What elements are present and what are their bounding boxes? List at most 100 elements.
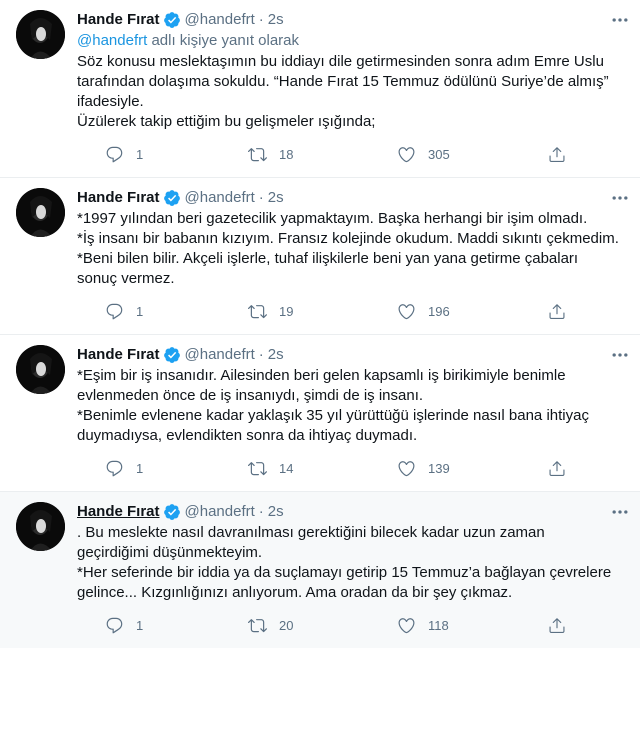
share-upload-icon (549, 617, 565, 633)
author-name[interactable]: Hande Fırat (77, 10, 160, 30)
reply-button[interactable]: 1 (105, 616, 248, 635)
tweet-content: Hande Fırat @handefrt · 2s . Bu meslekte… (77, 502, 624, 648)
tweet-text: *Eşim bir iş insanıdır. Ailesinden beri … (77, 367, 589, 444)
tweet-header: Hande Fırat @handefrt · 2s (77, 345, 620, 365)
share-upload-icon (549, 303, 565, 319)
more-dots-icon[interactable] (610, 10, 630, 30)
author-handle[interactable]: @handefrt (185, 345, 255, 365)
tweet-thread: Hande Fırat @handefrt · 2s @handefrt adl… (0, 0, 640, 648)
reply-count: 1 (136, 460, 144, 476)
like-count: 139 (428, 460, 450, 476)
reply-count: 1 (136, 146, 144, 162)
reply-context-label: adlı kişiye yanıt olarak (147, 32, 300, 49)
avatar-column (16, 502, 65, 648)
tweet-timestamp[interactable]: 2s (268, 10, 284, 30)
reply-count: 1 (136, 303, 144, 319)
tweet-content: Hande Fırat @handefrt · 2s @handefrt adl… (77, 10, 624, 177)
like-button[interactable]: 139 (397, 459, 548, 478)
author-handle[interactable]: @handefrt (185, 502, 255, 522)
avatar[interactable] (16, 10, 65, 59)
tweet-content: Hande Fırat @handefrt · 2s *Eşim bir iş … (77, 345, 624, 491)
reply-context: @handefrt adlı kişiye yanıt olarak (77, 31, 620, 51)
more-dots-icon[interactable] (610, 345, 630, 365)
reply-bubble-icon (106, 460, 123, 476)
more-dots-icon[interactable] (610, 188, 630, 208)
separator-dot: · (258, 503, 264, 520)
avatar[interactable] (16, 345, 65, 394)
tweet[interactable]: Hande Fırat @handefrt · 2s . Bu meslekte… (0, 492, 640, 648)
tweet-timestamp[interactable]: 2s (268, 188, 284, 208)
reply-mention-link[interactable]: @handefrt (77, 32, 147, 49)
reply-button[interactable]: 1 (105, 145, 248, 164)
like-button[interactable]: 196 (397, 302, 548, 321)
tweet-content: Hande Fırat @handefrt · 2s *1997 yılında… (77, 188, 624, 334)
retweet-count: 19 (279, 303, 294, 319)
tweet-actions: 1 14 139 (77, 458, 620, 478)
heart-icon (398, 303, 415, 319)
author-name[interactable]: Hande Fırat (77, 502, 160, 522)
tweet-timestamp[interactable]: 2s (268, 502, 284, 522)
reply-button[interactable]: 1 (105, 302, 248, 321)
share-upload-icon (549, 460, 565, 476)
verified-badge-icon (163, 190, 180, 206)
retweet-button[interactable]: 18 (248, 145, 397, 164)
tweet-text: Söz konusu meslektaşımın bu iddiayı dile… (77, 53, 609, 130)
author-name[interactable]: Hande Fırat (77, 345, 160, 365)
separator-dot: · (258, 11, 264, 28)
like-count: 305 (428, 146, 450, 162)
avatar[interactable] (16, 502, 65, 551)
reply-button[interactable]: 1 (105, 459, 248, 478)
avatar-column (16, 188, 65, 334)
tweet-actions: 1 18 305 (77, 144, 620, 164)
share-upload-icon (549, 146, 565, 162)
avatar-column (16, 345, 65, 491)
reply-count: 1 (136, 617, 144, 633)
avatar[interactable] (16, 188, 65, 237)
like-button[interactable]: 305 (397, 145, 548, 164)
retweet-arrows-icon (248, 304, 267, 318)
tweet[interactable]: Hande Fırat @handefrt · 2s *1997 yılında… (0, 178, 640, 335)
author-name[interactable]: Hande Fırat (77, 188, 160, 208)
retweet-arrows-icon (248, 147, 267, 161)
retweet-count: 18 (279, 146, 294, 162)
share-button[interactable] (548, 145, 578, 164)
heart-icon (398, 460, 415, 476)
retweet-arrows-icon (248, 618, 267, 632)
retweet-arrows-icon (248, 461, 267, 475)
verified-badge-icon (163, 12, 180, 28)
share-button[interactable] (548, 302, 578, 321)
tweet-header: Hande Fırat @handefrt · 2s (77, 188, 620, 208)
heart-icon (398, 617, 415, 633)
tweet-header: Hande Fırat @handefrt · 2s (77, 10, 620, 30)
retweet-count: 14 (279, 460, 294, 476)
avatar-column (16, 10, 65, 177)
verified-badge-icon (163, 347, 180, 363)
retweet-button[interactable]: 14 (248, 459, 397, 478)
reply-bubble-icon (106, 146, 123, 162)
heart-icon (398, 146, 415, 162)
like-count: 196 (428, 303, 450, 319)
retweet-button[interactable]: 19 (248, 302, 397, 321)
share-button[interactable] (548, 459, 578, 478)
like-count: 118 (428, 617, 449, 633)
tweet-text: . Bu meslekte nasıl davranılması gerekti… (77, 524, 612, 601)
tweet-header: Hande Fırat @handefrt · 2s (77, 502, 620, 522)
separator-dot: · (258, 346, 264, 363)
separator-dot: · (258, 189, 264, 206)
share-button[interactable] (548, 616, 578, 635)
tweet-timestamp[interactable]: 2s (268, 345, 284, 365)
tweet-actions: 1 19 196 (77, 301, 620, 321)
reply-bubble-icon (106, 617, 123, 633)
tweet-text: *1997 yılından beri gazetecilik yapmakta… (77, 210, 619, 287)
tweet-actions: 1 20 118 (77, 615, 620, 635)
author-handle[interactable]: @handefrt (185, 10, 255, 30)
more-dots-icon[interactable] (610, 502, 630, 522)
like-button[interactable]: 118 (397, 616, 548, 635)
retweet-button[interactable]: 20 (248, 616, 397, 635)
reply-bubble-icon (106, 303, 123, 319)
verified-badge-icon (163, 504, 180, 520)
retweet-count: 20 (279, 617, 294, 633)
tweet[interactable]: Hande Fırat @handefrt · 2s @handefrt adl… (0, 0, 640, 178)
author-handle[interactable]: @handefrt (185, 188, 255, 208)
tweet[interactable]: Hande Fırat @handefrt · 2s *Eşim bir iş … (0, 335, 640, 492)
